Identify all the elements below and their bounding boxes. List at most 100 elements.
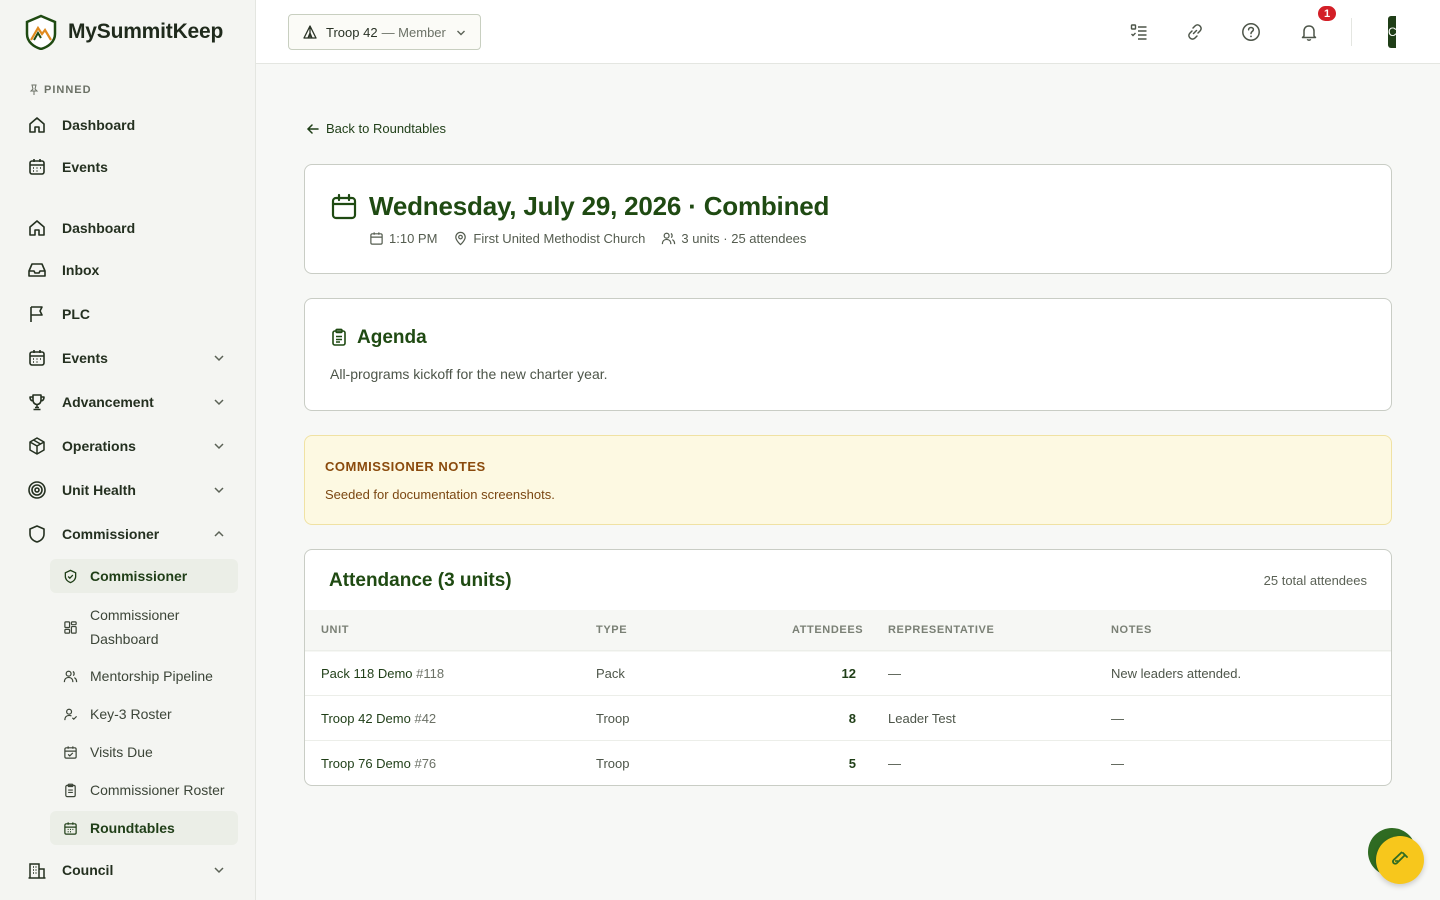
user-check-icon [62, 707, 78, 722]
calendar-check-icon [62, 745, 78, 760]
box-icon [26, 436, 48, 456]
chevron-down-icon [456, 28, 466, 38]
nav-label: Commissioner [62, 526, 160, 542]
sidebar-item-plc[interactable]: PLC [26, 297, 230, 331]
notes-cell: — [1111, 711, 1124, 726]
topbar-divider [1351, 18, 1352, 46]
calendar-small-icon [369, 231, 384, 246]
help-icon[interactable] [1239, 20, 1263, 44]
sidebar-item-unit-health[interactable]: Unit Health [26, 473, 230, 507]
unit-cell[interactable]: Pack 118 Demo #118 [321, 666, 444, 681]
chevron-down-icon [212, 351, 226, 365]
column-header-unit: UNIT [321, 624, 350, 636]
notes-cell: — [1111, 756, 1124, 771]
event-summary: 3 units · 25 attendees [661, 231, 806, 246]
agenda-title: Agenda [357, 327, 427, 348]
unit-name: Troop 42 [326, 24, 378, 40]
map-pin-icon [453, 231, 468, 246]
attendees-cell: 5 [848, 756, 856, 771]
type-cell: Pack [596, 666, 625, 681]
topbar: Troop 42 — Member 1 C [256, 0, 1440, 64]
sidebar-item-council[interactable]: Council [26, 853, 230, 887]
sidebar-item-advancement[interactable]: Advancement [26, 385, 230, 419]
sidebar-item-commissioner[interactable]: Commissioner [26, 517, 230, 551]
nav-label: Unit Health [62, 482, 136, 498]
type-cell: Troop [596, 756, 630, 771]
attendance-card: Attendance (3 units) 25 total attendees … [304, 549, 1392, 786]
logo-icon [24, 14, 58, 50]
link-icon[interactable] [1183, 20, 1207, 44]
pinned-item-dashboard[interactable]: Dashboard [26, 108, 230, 142]
trophy-icon [26, 392, 48, 412]
nav-label: Inbox [62, 262, 100, 278]
sidebar-item-events[interactable]: Events [26, 341, 230, 375]
sidebar-sub-roundtables[interactable]: Roundtables [50, 811, 238, 845]
back-to-roundtables-link[interactable]: Back to Roundtables [306, 121, 446, 136]
event-meta: 1:10 PM First United Methodist Church 3 … [369, 231, 822, 246]
nav-label: Dashboard [62, 220, 136, 236]
column-header-notes: NOTES [1111, 624, 1152, 636]
test-tube-button[interactable] [1376, 836, 1424, 884]
sidebar-sub-commissioner-dashboard[interactable]: Commissioner Dashboard [50, 603, 238, 651]
attendance-title: Attendance (3 units) [329, 570, 512, 591]
sidebar-item-dashboard[interactable]: Dashboard [26, 211, 230, 245]
table-row: Pack 118 Demo #118 Pack 12 — New leaders… [305, 650, 1391, 695]
calendar-icon [26, 157, 48, 177]
sidebar-sub-commissioner[interactable]: Commissioner [50, 559, 238, 593]
building-icon [26, 860, 48, 880]
nav-label: Events [62, 159, 108, 175]
grid-icon [62, 620, 78, 635]
chevron-down-icon [212, 863, 226, 877]
sidebar-sub-mentorship-pipeline[interactable]: Mentorship Pipeline [50, 659, 238, 693]
users-icon [62, 669, 78, 684]
agenda-text: All-programs kickoff for the new charter… [330, 366, 608, 382]
table-row: Troop 76 Demo #76 Troop 5 — — [305, 740, 1391, 785]
nav-label: Council [62, 862, 114, 878]
column-header-attendees: ATTENDEES [792, 624, 864, 636]
arrow-left-icon [306, 122, 320, 136]
test-tube-icon [1390, 850, 1410, 870]
shield-check-icon [62, 569, 78, 584]
sidebar: MySummitKeep PINNED Dashboard Events Das… [0, 0, 256, 900]
sidebar-sub-visits-due[interactable]: Visits Due [50, 735, 238, 769]
brand[interactable]: MySummitKeep [24, 14, 223, 50]
pinned-item-events[interactable]: Events [26, 150, 230, 184]
users-icon [661, 231, 676, 246]
calendar-grid-icon [62, 821, 78, 836]
attendees-cell: 8 [848, 711, 856, 726]
representative-cell: — [888, 756, 901, 771]
shield-icon [26, 524, 48, 544]
calendar-icon [26, 348, 48, 368]
pinned-section-label: PINNED [28, 84, 92, 96]
home-icon [26, 115, 48, 135]
table-row: Troop 42 Demo #42 Troop 8 Leader Test — [305, 695, 1391, 740]
nav-label: Advancement [62, 394, 154, 410]
nav-label: Dashboard [62, 117, 136, 133]
bell-icon[interactable] [1297, 20, 1321, 44]
notification-badge: 1 [1316, 4, 1338, 23]
chevron-down-icon [212, 395, 226, 409]
commissioner-notes: COMMISSIONER NOTES Seeded for documentat… [304, 435, 1392, 525]
event-time: 1:10 PM [369, 231, 437, 246]
column-header-representative: REPRESENTATIVE [888, 624, 995, 636]
type-cell: Troop [596, 711, 630, 726]
sidebar-item-inbox[interactable]: Inbox [26, 253, 230, 287]
clipboard-icon [62, 783, 78, 798]
sidebar-item-operations[interactable]: Operations [26, 429, 230, 463]
attendees-cell: 12 [841, 666, 856, 681]
checklist-icon[interactable] [1127, 20, 1151, 44]
unit-cell[interactable]: Troop 76 Demo #76 [321, 756, 436, 771]
roundtable-header-card: Wednesday, July 29, 2026 · Combined 1:10… [304, 164, 1392, 274]
column-header-type: TYPE [596, 624, 628, 636]
tent-icon [302, 24, 318, 40]
page-title: Wednesday, July 29, 2026 · Combined [369, 191, 830, 221]
unit-cell[interactable]: Troop 42 Demo #42 [321, 711, 436, 726]
unit-selector[interactable]: Troop 42 — Member [288, 14, 481, 50]
home-icon [26, 218, 48, 238]
chevron-down-icon [212, 439, 226, 453]
target-icon [26, 480, 48, 500]
sidebar-sub-commissioner-roster[interactable]: Commissioner Roster [50, 773, 238, 807]
sidebar-sub-key3-roster[interactable]: Key-3 Roster [50, 697, 238, 731]
avatar[interactable]: C [1388, 16, 1396, 48]
nav-label: PLC [62, 306, 90, 322]
